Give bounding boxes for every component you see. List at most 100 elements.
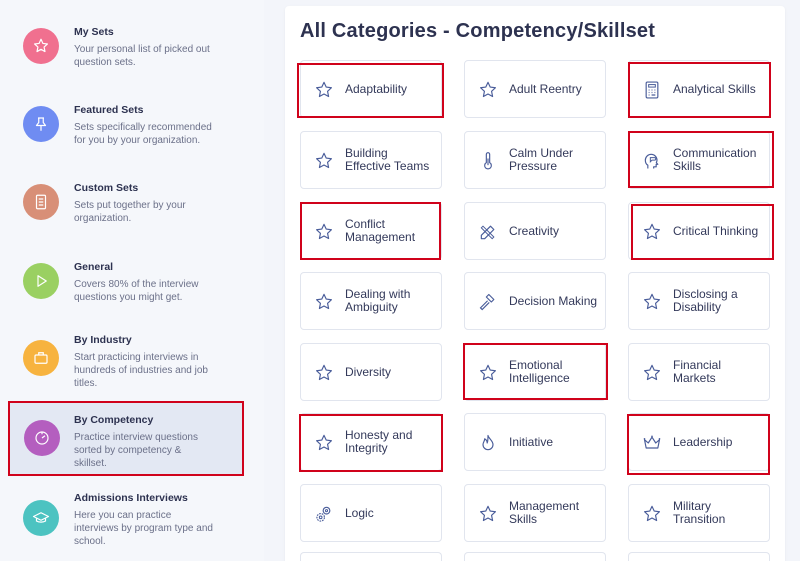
gauge-icon	[24, 420, 60, 456]
sidebar-item-desc: hundreds of industries and job	[74, 365, 208, 376]
category-tile-label: Analytical Skills	[673, 83, 763, 96]
flame-icon	[478, 433, 498, 453]
sidebar-item-title: Admissions Interviews	[74, 492, 188, 504]
category-tile-label-line: Logic	[345, 506, 374, 520]
category-tile-emotional[interactable]: Emotional Intelligence	[464, 343, 606, 401]
sidebar-item-desc: titles.	[74, 378, 98, 389]
category-tile-communication[interactable]: Communication Skills	[628, 131, 770, 189]
star-icon	[314, 222, 334, 242]
sidebar-item-title: Featured Sets	[74, 104, 144, 116]
category-tile-logic[interactable]: Logic	[300, 484, 442, 542]
category-tile-honesty-and[interactable]: Honesty and Integrity	[300, 413, 442, 471]
star-icon	[314, 80, 334, 100]
category-tile-building[interactable]: Building Effective Teams	[300, 131, 442, 189]
category-tile-label: Diversity	[345, 366, 435, 379]
category-tile-adult-reentry[interactable]: Adult Reentry	[464, 60, 606, 118]
graduation-cap-icon	[23, 500, 59, 536]
category-tile-label: Critical Thinking	[673, 225, 763, 238]
category-tile-label: Adaptability	[345, 83, 435, 96]
star-icon	[642, 363, 662, 383]
category-tile-label: Initiative	[509, 436, 599, 449]
category-tile-label-line: Disability	[673, 300, 722, 314]
sidebar-item-desc: skillset.	[74, 458, 107, 469]
category-tile-label-line: Leadership	[673, 435, 733, 449]
category-tile-label: Military Transition	[673, 500, 763, 526]
sidebar-item-featured-sets[interactable]: Featured Sets Sets specifically recommen…	[8, 104, 244, 180]
star-icon	[642, 504, 662, 524]
category-tile-creativity[interactable]: Creativity	[464, 202, 606, 260]
star-icon	[314, 151, 334, 171]
category-tile-label: Financial Markets	[673, 359, 763, 385]
star-icon	[23, 28, 59, 64]
category-tile-label-line: Analytical Skills	[673, 82, 756, 96]
category-tile-label: Dealing with Ambiguity	[345, 288, 435, 314]
gavel-icon	[478, 292, 498, 312]
category-tile-dealing-with[interactable]: Dealing with Ambiguity	[300, 272, 442, 330]
category-tile-label: Leadership	[673, 436, 763, 449]
calculator-icon	[642, 80, 662, 100]
category-tile-label-line: Intelligence	[509, 371, 570, 385]
gears-icon	[314, 504, 334, 524]
category-tile-label-line: Pressure	[509, 159, 558, 173]
category-tile-label-line: Markets	[673, 371, 716, 385]
category-tile-financial[interactable]: Financial Markets	[628, 343, 770, 401]
sidebar-item-desc: Sets put together by your	[74, 200, 186, 211]
briefcase-icon	[23, 340, 59, 376]
category-tile-partial[interactable]	[300, 552, 442, 561]
sidebar-item-desc: Sets specifically recommended	[74, 122, 212, 133]
sidebar-item-title: General	[74, 261, 114, 273]
star-icon	[642, 292, 662, 312]
sidebar-item-title: Custom Sets	[74, 182, 139, 194]
category-tile-military[interactable]: Military Transition	[628, 484, 770, 542]
speech-head-icon	[642, 151, 662, 171]
star-icon	[478, 80, 498, 100]
category-tile-label: Communication Skills	[673, 147, 763, 173]
category-tile-calm-under[interactable]: Calm Under Pressure	[464, 131, 606, 189]
category-tile-conflict[interactable]: Conflict Management	[300, 202, 442, 260]
sidebar-item-desc: for you by your organization.	[74, 135, 201, 146]
category-tile-partial[interactable]	[628, 552, 770, 561]
sidebar-item-my-sets[interactable]: My Sets Your personal list of picked out…	[8, 26, 244, 102]
play-icon	[23, 263, 59, 299]
category-tile-leadership[interactable]: Leadership	[628, 413, 770, 471]
sidebar-item-desc: sorted by competency &	[74, 445, 182, 456]
category-tile-critical-thinking[interactable]: Critical Thinking	[628, 202, 770, 260]
category-tile-decision-making[interactable]: Decision Making	[464, 272, 606, 330]
sidebar-item-desc: Practice interview questions	[74, 432, 198, 443]
sidebar-item-by-competency[interactable]: By Competency Practice interview questio…	[8, 401, 244, 476]
sidebar-item-desc: questions you might get.	[74, 292, 183, 303]
category-sidebar: My Sets Your personal list of picked out…	[0, 0, 264, 561]
category-tile-analytical-skills[interactable]: Analytical Skills	[628, 60, 770, 118]
list-icon	[23, 184, 59, 220]
page-title: All Categories - Competency/Skillset	[300, 20, 656, 42]
star-icon	[314, 292, 334, 312]
category-tile-initiative[interactable]: Initiative	[464, 413, 606, 471]
sidebar-item-general[interactable]: General Covers 80% of the interview ques…	[8, 261, 244, 337]
category-tile-partial[interactable]	[464, 552, 606, 561]
category-tile-disclosing-a[interactable]: Disclosing a Disability	[628, 272, 770, 330]
pencil-ruler-icon	[478, 222, 498, 242]
sidebar-item-desc: Here you can practice	[74, 510, 172, 521]
category-tile-label-line: Initiative	[509, 435, 554, 449]
category-tile-adaptability[interactable]: Adaptability	[300, 60, 442, 118]
category-tile-management[interactable]: Management Skills	[464, 484, 606, 542]
sidebar-item-title: My Sets	[74, 26, 114, 38]
category-tile-diversity[interactable]: Diversity	[300, 343, 442, 401]
star-icon	[478, 504, 498, 524]
category-tile-label-line: Adaptability	[345, 82, 408, 96]
sidebar-item-custom-sets[interactable]: Custom Sets Sets put together by your or…	[8, 182, 244, 258]
pin-icon	[23, 106, 59, 142]
sidebar-item-desc: Your personal list of picked out	[74, 44, 210, 55]
sidebar-item-admissions-interviews[interactable]: Admissions Interviews Here you can pract…	[8, 492, 244, 561]
category-tile-label-line: Management	[345, 230, 416, 244]
sidebar-item-desc: question sets.	[74, 57, 136, 68]
category-tile-label: Logic	[345, 507, 435, 520]
sidebar-item-desc: Start practicing interviews in	[74, 352, 199, 363]
category-tile-label: Adult Reentry	[509, 83, 599, 96]
category-tile-label-line: Critical Thinking	[673, 224, 759, 238]
sidebar-item-desc: interviews by program type and	[74, 523, 213, 534]
sidebar-item-by-industry[interactable]: By Industry Start practicing interviews …	[8, 334, 244, 410]
category-tile-label: Decision Making	[509, 295, 599, 308]
category-tile-label-line: Creativity	[509, 224, 560, 238]
star-icon	[314, 363, 334, 383]
